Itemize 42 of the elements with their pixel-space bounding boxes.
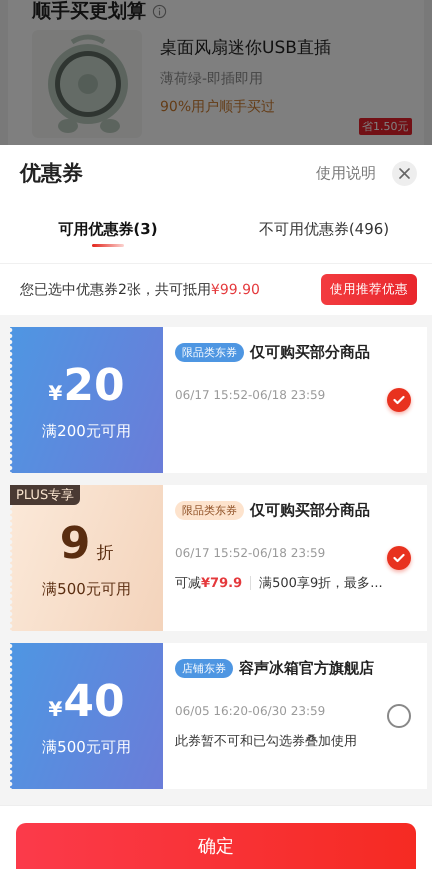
coupon-type-badge: 店铺东券 [175,659,233,678]
saving-tag: 省1.50元 [359,118,412,135]
close-icon[interactable] [399,168,410,178]
purchase-stat: 90%用户顺手买过 [160,98,276,116]
saving-text: 可减¥79.9 [175,575,242,592]
coupon-type-badge: 限品类东券 [175,501,244,520]
selection-summary: 您已选中优惠券2张，共可抵用¥99.90 [20,280,261,298]
discount-detail: 满500享9折，最多... [259,575,383,592]
coupon-amount: 20 [63,360,125,412]
section-title: 顺手买更划算 [32,0,146,22]
checked-checkbox[interactable] [387,546,411,570]
coupon-condition: 满500元可用 [42,738,131,756]
usage-help-link[interactable]: 使用说明 [316,164,376,182]
tab[interactable]: 不可用优惠券(496) [216,203,432,263]
close-button[interactable] [392,160,417,186]
check-icon [393,395,405,405]
currency-symbol: ¥ [48,696,62,720]
discount-value: 9 [60,518,90,570]
discount-unit: 折 [96,542,114,564]
coupon-title: 仅可购买部分商品 [250,501,370,520]
confirm-button[interactable]: 确定 [16,823,416,869]
coupon-condition: 满500元可用 [42,580,131,598]
coupon-title: 仅可购买部分商品 [250,343,370,362]
checked-checkbox[interactable] [387,388,411,412]
coupon-validity: 06/05 16:20-06/30 23:59 [175,704,326,718]
coupon-note: 此券暂不可和已勾选券叠加使用 [175,733,358,750]
coupon-type-badge: 限品类东券 [175,343,244,362]
check-icon [393,553,405,563]
coupon-condition: 满200元可用 [42,422,131,440]
use-recommended-button[interactable]: 使用推荐优惠 [321,274,417,305]
checkbox[interactable] [387,704,411,728]
tab[interactable]: 可用优惠券(3) [0,203,216,263]
coupon-validity: 06/17 15:52-06/18 23:59 [175,388,326,402]
coupon-amount: 40 [63,676,125,728]
product-name: 桌面风扇迷你USB直插 [160,37,331,60]
currency-symbol: ¥ [48,380,62,404]
sheet-title: 优惠券 [20,160,84,187]
product-variant: 薄荷绿-即插即用 [160,70,264,88]
plus-badge: PLUS专享 [10,485,80,505]
coupon-title: 容声冰箱官方旗舰店 [239,659,374,678]
coupon-validity: 06/17 15:52-06/18 23:59 [175,546,326,560]
info-icon[interactable] [152,4,167,18]
